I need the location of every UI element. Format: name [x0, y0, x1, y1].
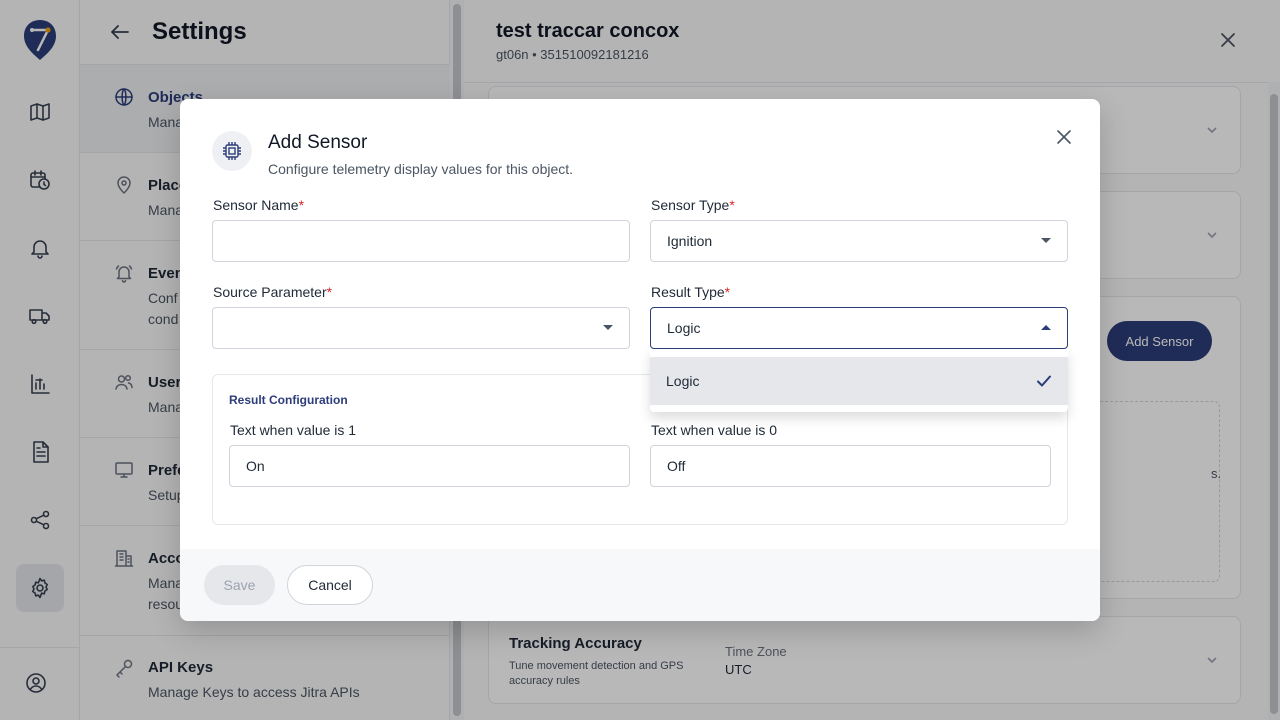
- sensor-type-select[interactable]: Ignition: [650, 220, 1068, 262]
- caret-down-icon: [603, 325, 613, 330]
- required-marker: *: [326, 284, 333, 300]
- text-value-0-input[interactable]: Off: [650, 445, 1051, 487]
- required-marker: *: [724, 284, 731, 300]
- cancel-button[interactable]: Cancel: [287, 565, 373, 605]
- check-icon: [1034, 371, 1054, 391]
- result-type-label: Result Type*: [651, 284, 730, 300]
- caret-down-icon: [1041, 238, 1051, 243]
- label-text: Sensor Type: [651, 197, 730, 213]
- chip-icon: [212, 131, 252, 171]
- close-icon[interactable]: [1052, 125, 1076, 149]
- text-value-1-input[interactable]: On: [229, 445, 630, 487]
- sensor-type-label: Sensor Type*: [651, 197, 735, 213]
- source-parameter-select[interactable]: [212, 307, 630, 349]
- required-marker: *: [298, 197, 305, 213]
- required-marker: *: [729, 197, 735, 213]
- dialog-subtitle: Configure telemetry display values for t…: [268, 161, 574, 177]
- selected-value: Ignition: [667, 233, 713, 249]
- section-title: Result Configuration: [229, 393, 348, 407]
- label-text: Source Parameter: [213, 284, 327, 300]
- label-text: Result Type: [651, 284, 725, 300]
- dialog-title: Add Sensor: [268, 132, 368, 153]
- text-value-0-label: Text when value is 0: [651, 422, 778, 438]
- option-label: Logic: [666, 373, 700, 389]
- save-button[interactable]: Save: [204, 565, 275, 605]
- result-type-select[interactable]: Logic: [650, 307, 1068, 349]
- selected-value: Logic: [667, 320, 701, 336]
- label-text: Sensor Name: [213, 197, 299, 213]
- text-value-1-label: Text when value is 1: [230, 422, 357, 438]
- result-type-dropdown: Logic: [650, 349, 1068, 412]
- dropdown-option-logic[interactable]: Logic: [650, 357, 1068, 405]
- caret-up-icon: [1041, 325, 1051, 330]
- source-parameter-label: Source Parameter*: [213, 284, 332, 300]
- sensor-name-input[interactable]: [212, 220, 630, 262]
- sensor-name-label: Sensor Name*: [213, 197, 304, 213]
- dialog-footer: Save Cancel: [180, 549, 1100, 621]
